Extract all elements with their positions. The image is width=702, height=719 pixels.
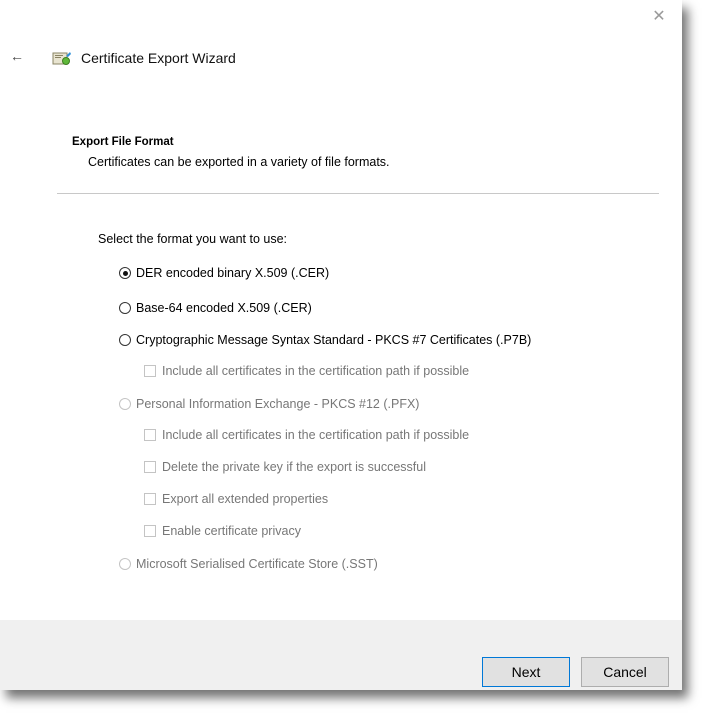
certificate-icon: [52, 52, 71, 65]
close-icon[interactable]: ✕: [652, 9, 666, 25]
checkbox-label: Include all certificates in the certific…: [162, 364, 470, 378]
radio-option-sst[interactable]: Microsoft Serialised Certificate Store (…: [119, 557, 378, 571]
cancel-button[interactable]: Cancel: [581, 657, 669, 687]
checkbox-label: Export all extended properties: [162, 492, 329, 506]
checkbox-pfx-export-properties[interactable]: Export all extended properties: [144, 492, 328, 506]
button-bar: [0, 620, 682, 690]
checkbox-pfx-privacy[interactable]: Enable certificate privacy: [144, 524, 301, 538]
next-button[interactable]: Next: [482, 657, 570, 687]
checkbox-label: Enable certificate privacy: [162, 524, 301, 538]
window-title: Certificate Export Wizard: [81, 50, 236, 66]
format-prompt: Select the format you want to use:: [98, 232, 287, 246]
radio-button[interactable]: [119, 267, 131, 279]
radio-option-p7b[interactable]: Cryptographic Message Syntax Standard - …: [119, 333, 531, 347]
radio-option-pfx[interactable]: Personal Information Exchange - PKCS #12…: [119, 397, 419, 411]
section-subheading: Certificates can be exported in a variet…: [88, 155, 390, 169]
checkbox-label: Delete the private key if the export is …: [162, 460, 427, 474]
radio-label: Base-64 encoded X.509 (.CER): [136, 301, 312, 315]
radio-label: Personal Information Exchange - PKCS #12…: [136, 397, 420, 411]
checkbox[interactable]: [144, 461, 156, 473]
checkbox[interactable]: [144, 493, 156, 505]
radio-option-der[interactable]: DER encoded binary X.509 (.CER): [119, 266, 329, 280]
radio-label: Microsoft Serialised Certificate Store (…: [136, 557, 378, 571]
checkbox[interactable]: [144, 365, 156, 377]
section-heading: Export File Format: [72, 136, 174, 148]
checkbox-label: Include all certificates in the certific…: [162, 428, 470, 442]
radio-option-base64[interactable]: Base-64 encoded X.509 (.CER): [119, 301, 312, 315]
checkbox-pfx-include-path[interactable]: Include all certificates in the certific…: [144, 428, 469, 442]
radio-label: Cryptographic Message Syntax Standard - …: [136, 333, 532, 347]
checkbox[interactable]: [144, 429, 156, 441]
radio-label: DER encoded binary X.509 (.CER): [136, 266, 330, 280]
radio-button[interactable]: [119, 558, 131, 570]
wizard-window: ✕ ← Certificate Export Wizard Export Fil…: [0, 0, 682, 690]
radio-button[interactable]: [119, 302, 131, 314]
divider: [57, 193, 659, 194]
radio-button[interactable]: [119, 398, 131, 410]
checkbox-pfx-delete-key[interactable]: Delete the private key if the export is …: [144, 460, 426, 474]
checkbox[interactable]: [144, 525, 156, 537]
back-arrow-icon[interactable]: ←: [10, 48, 24, 64]
checkbox-p7b-include-path[interactable]: Include all certificates in the certific…: [144, 364, 469, 378]
radio-button[interactable]: [119, 334, 131, 346]
